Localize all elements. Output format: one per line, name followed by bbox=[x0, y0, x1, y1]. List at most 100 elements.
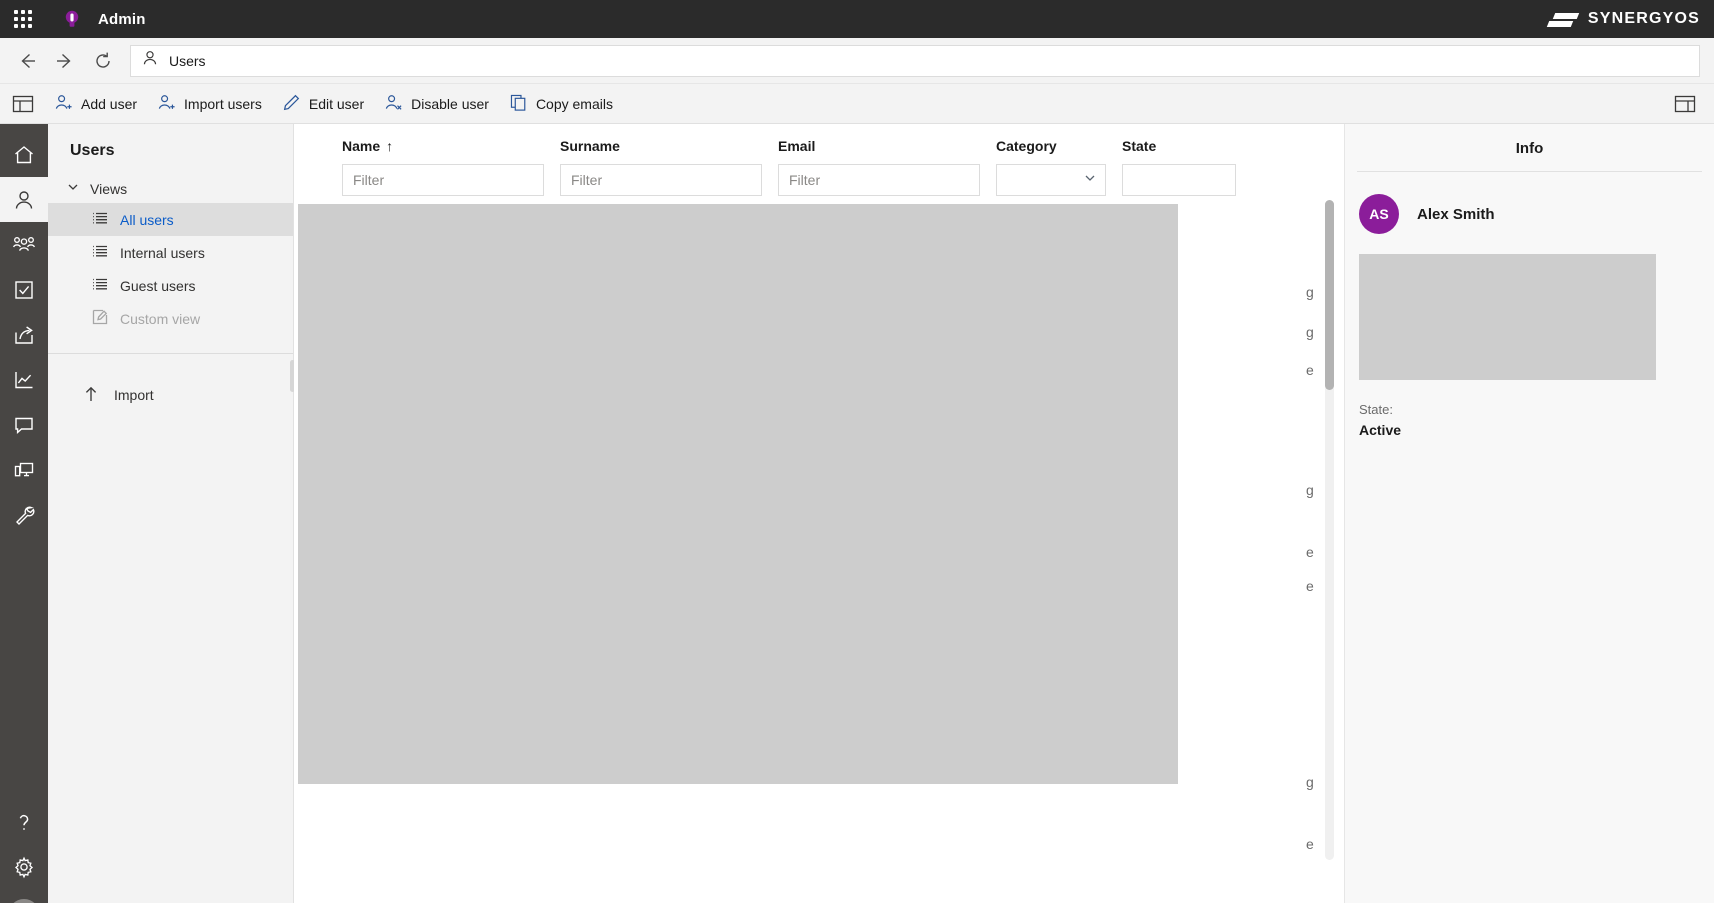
copy-emails-label: Copy emails bbox=[535, 95, 613, 112]
grid-filter-email-wrap bbox=[778, 164, 996, 196]
clipped-text: g bbox=[1306, 482, 1314, 498]
rail-item-tasks[interactable] bbox=[0, 267, 48, 312]
views-panel-title: Users bbox=[70, 142, 115, 159]
grid-column-header-email[interactable]: Email bbox=[778, 138, 996, 164]
views-item-guest-users[interactable]: Guest users bbox=[48, 269, 293, 302]
grid-filter-category-select[interactable] bbox=[996, 164, 1106, 196]
layout-left-pane-icon[interactable] bbox=[6, 87, 40, 121]
views-item-label: Internal users bbox=[120, 244, 205, 261]
arrow-right-icon[interactable] bbox=[46, 42, 84, 80]
grid-column-header-state-label: State bbox=[1122, 138, 1157, 154]
rail-item-tools[interactable] bbox=[0, 492, 48, 537]
views-item-label: Custom view bbox=[120, 310, 201, 327]
views-item-all-users[interactable]: All users bbox=[48, 203, 293, 236]
info-state-value: Active bbox=[1359, 422, 1402, 438]
views-item-internal-users[interactable]: Internal users bbox=[48, 236, 293, 269]
grid-column-email: Email bbox=[778, 124, 996, 196]
grid-column-name: Name ↑ bbox=[342, 124, 560, 196]
arrow-left-icon[interactable] bbox=[8, 42, 46, 80]
info-panel-title: Info bbox=[1515, 140, 1544, 157]
views-group-label: Views bbox=[90, 180, 128, 197]
clipped-text: g bbox=[1306, 324, 1314, 340]
grid-loading-placeholder bbox=[298, 204, 1178, 784]
person-remove-icon bbox=[384, 93, 403, 115]
layout-right-pane-icon[interactable] bbox=[1668, 87, 1702, 121]
copy-icon bbox=[509, 93, 528, 115]
grid-filter-surname-wrap bbox=[560, 164, 778, 196]
views-item-label: Guest users bbox=[120, 277, 196, 294]
grid-column-header-surname[interactable]: Surname bbox=[560, 138, 778, 164]
info-person: AS Alex Smith bbox=[1345, 172, 1714, 254]
brand-name: SYNERGYOS bbox=[1587, 10, 1700, 27]
disable-user-label: Disable user bbox=[411, 95, 489, 112]
rail-item-settings[interactable] bbox=[0, 844, 48, 889]
grid-column-category: Category bbox=[996, 124, 1122, 196]
clipped-text: g bbox=[1306, 284, 1314, 300]
list-icon bbox=[92, 211, 108, 228]
add-user-label: Add user bbox=[81, 95, 138, 112]
views-group-header[interactable]: Views bbox=[48, 174, 293, 203]
grid-column-header-category[interactable]: Category bbox=[996, 138, 1122, 164]
navigation-bar: Users bbox=[0, 38, 1714, 84]
grid-column-header-email-label: Email bbox=[778, 138, 816, 154]
grid-filter-category-wrap bbox=[996, 164, 1122, 196]
grid-header-row: Name ↑ Surname Email bbox=[294, 124, 1344, 196]
grid-column-state: State bbox=[1122, 124, 1252, 196]
clipped-text: e bbox=[1306, 362, 1314, 378]
rail-item-users[interactable] bbox=[0, 177, 48, 222]
info-loading-placeholder bbox=[1359, 254, 1656, 380]
address-bar[interactable]: Users bbox=[130, 44, 1700, 77]
clipped-text: e bbox=[1306, 578, 1314, 594]
info-person-name: Alex Smith bbox=[1417, 205, 1495, 223]
address-value: Users bbox=[169, 52, 206, 69]
rail-item-analytics[interactable] bbox=[0, 357, 48, 402]
synergyos-logo-icon bbox=[1546, 10, 1580, 28]
list-icon bbox=[92, 244, 108, 261]
refresh-icon[interactable] bbox=[84, 42, 122, 80]
rail-item-share[interactable] bbox=[0, 312, 48, 357]
grid-filter-surname[interactable] bbox=[560, 164, 762, 196]
info-state-label: State: bbox=[1359, 402, 1393, 417]
users-grid: Name ↑ Surname Email bbox=[294, 124, 1344, 903]
views-import-label: Import bbox=[114, 387, 154, 403]
grid-filter-state[interactable] bbox=[1122, 164, 1236, 196]
rail-user-avatar[interactable]: JR bbox=[8, 899, 40, 903]
info-state-field: State: Active bbox=[1345, 380, 1714, 438]
add-user-button[interactable]: Add user bbox=[44, 88, 147, 120]
grid-filter-email[interactable] bbox=[778, 164, 980, 196]
disable-user-button[interactable]: Disable user bbox=[374, 88, 499, 120]
grid-column-header-name-label: Name bbox=[342, 138, 381, 154]
edit-user-button[interactable]: Edit user bbox=[272, 88, 374, 120]
views-panel: Users Views All users Internal users Gue… bbox=[48, 124, 295, 903]
rail-item-help[interactable] bbox=[0, 799, 48, 844]
command-bar: Add user Import users Edit user Disable … bbox=[0, 84, 1714, 124]
pencil-icon bbox=[282, 93, 301, 115]
views-import-button[interactable]: Import bbox=[48, 376, 293, 414]
upload-arrow-icon bbox=[82, 385, 100, 406]
brand: SYNERGYOS bbox=[1546, 0, 1700, 38]
rail-item-home[interactable] bbox=[0, 132, 48, 177]
app-shell: JR Users Views All users bbox=[0, 124, 1714, 903]
grid-column-header-category-label: Category bbox=[996, 138, 1057, 154]
app-launcher-icon[interactable] bbox=[0, 0, 46, 38]
list-icon bbox=[92, 277, 108, 294]
grid-column-header-state[interactable]: State bbox=[1122, 138, 1252, 164]
avatar: AS bbox=[1359, 194, 1399, 234]
import-users-button[interactable]: Import users bbox=[147, 88, 272, 120]
grid-body: g g e g e e g e bbox=[294, 196, 1344, 903]
clipped-text: g bbox=[1306, 774, 1314, 790]
top-bar: Admin SYNERGYOS bbox=[0, 0, 1714, 38]
grid-filter-name[interactable] bbox=[342, 164, 544, 196]
grid-vertical-scrollbar[interactable] bbox=[1325, 200, 1334, 860]
rail-item-devices[interactable] bbox=[0, 447, 48, 492]
grid-column-header-surname-label: Surname bbox=[560, 138, 620, 154]
grid-column-header-name[interactable]: Name ↑ bbox=[342, 138, 560, 164]
rail-item-groups[interactable] bbox=[0, 222, 48, 267]
copy-emails-button[interactable]: Copy emails bbox=[499, 88, 623, 120]
views-item-custom-view: Custom view bbox=[48, 302, 293, 335]
edit-user-label: Edit user bbox=[308, 95, 365, 112]
left-rail: JR bbox=[0, 124, 48, 903]
rail-item-messages[interactable] bbox=[0, 402, 48, 447]
app-title: Admin bbox=[98, 10, 146, 28]
grid-column-surname: Surname bbox=[560, 124, 778, 196]
